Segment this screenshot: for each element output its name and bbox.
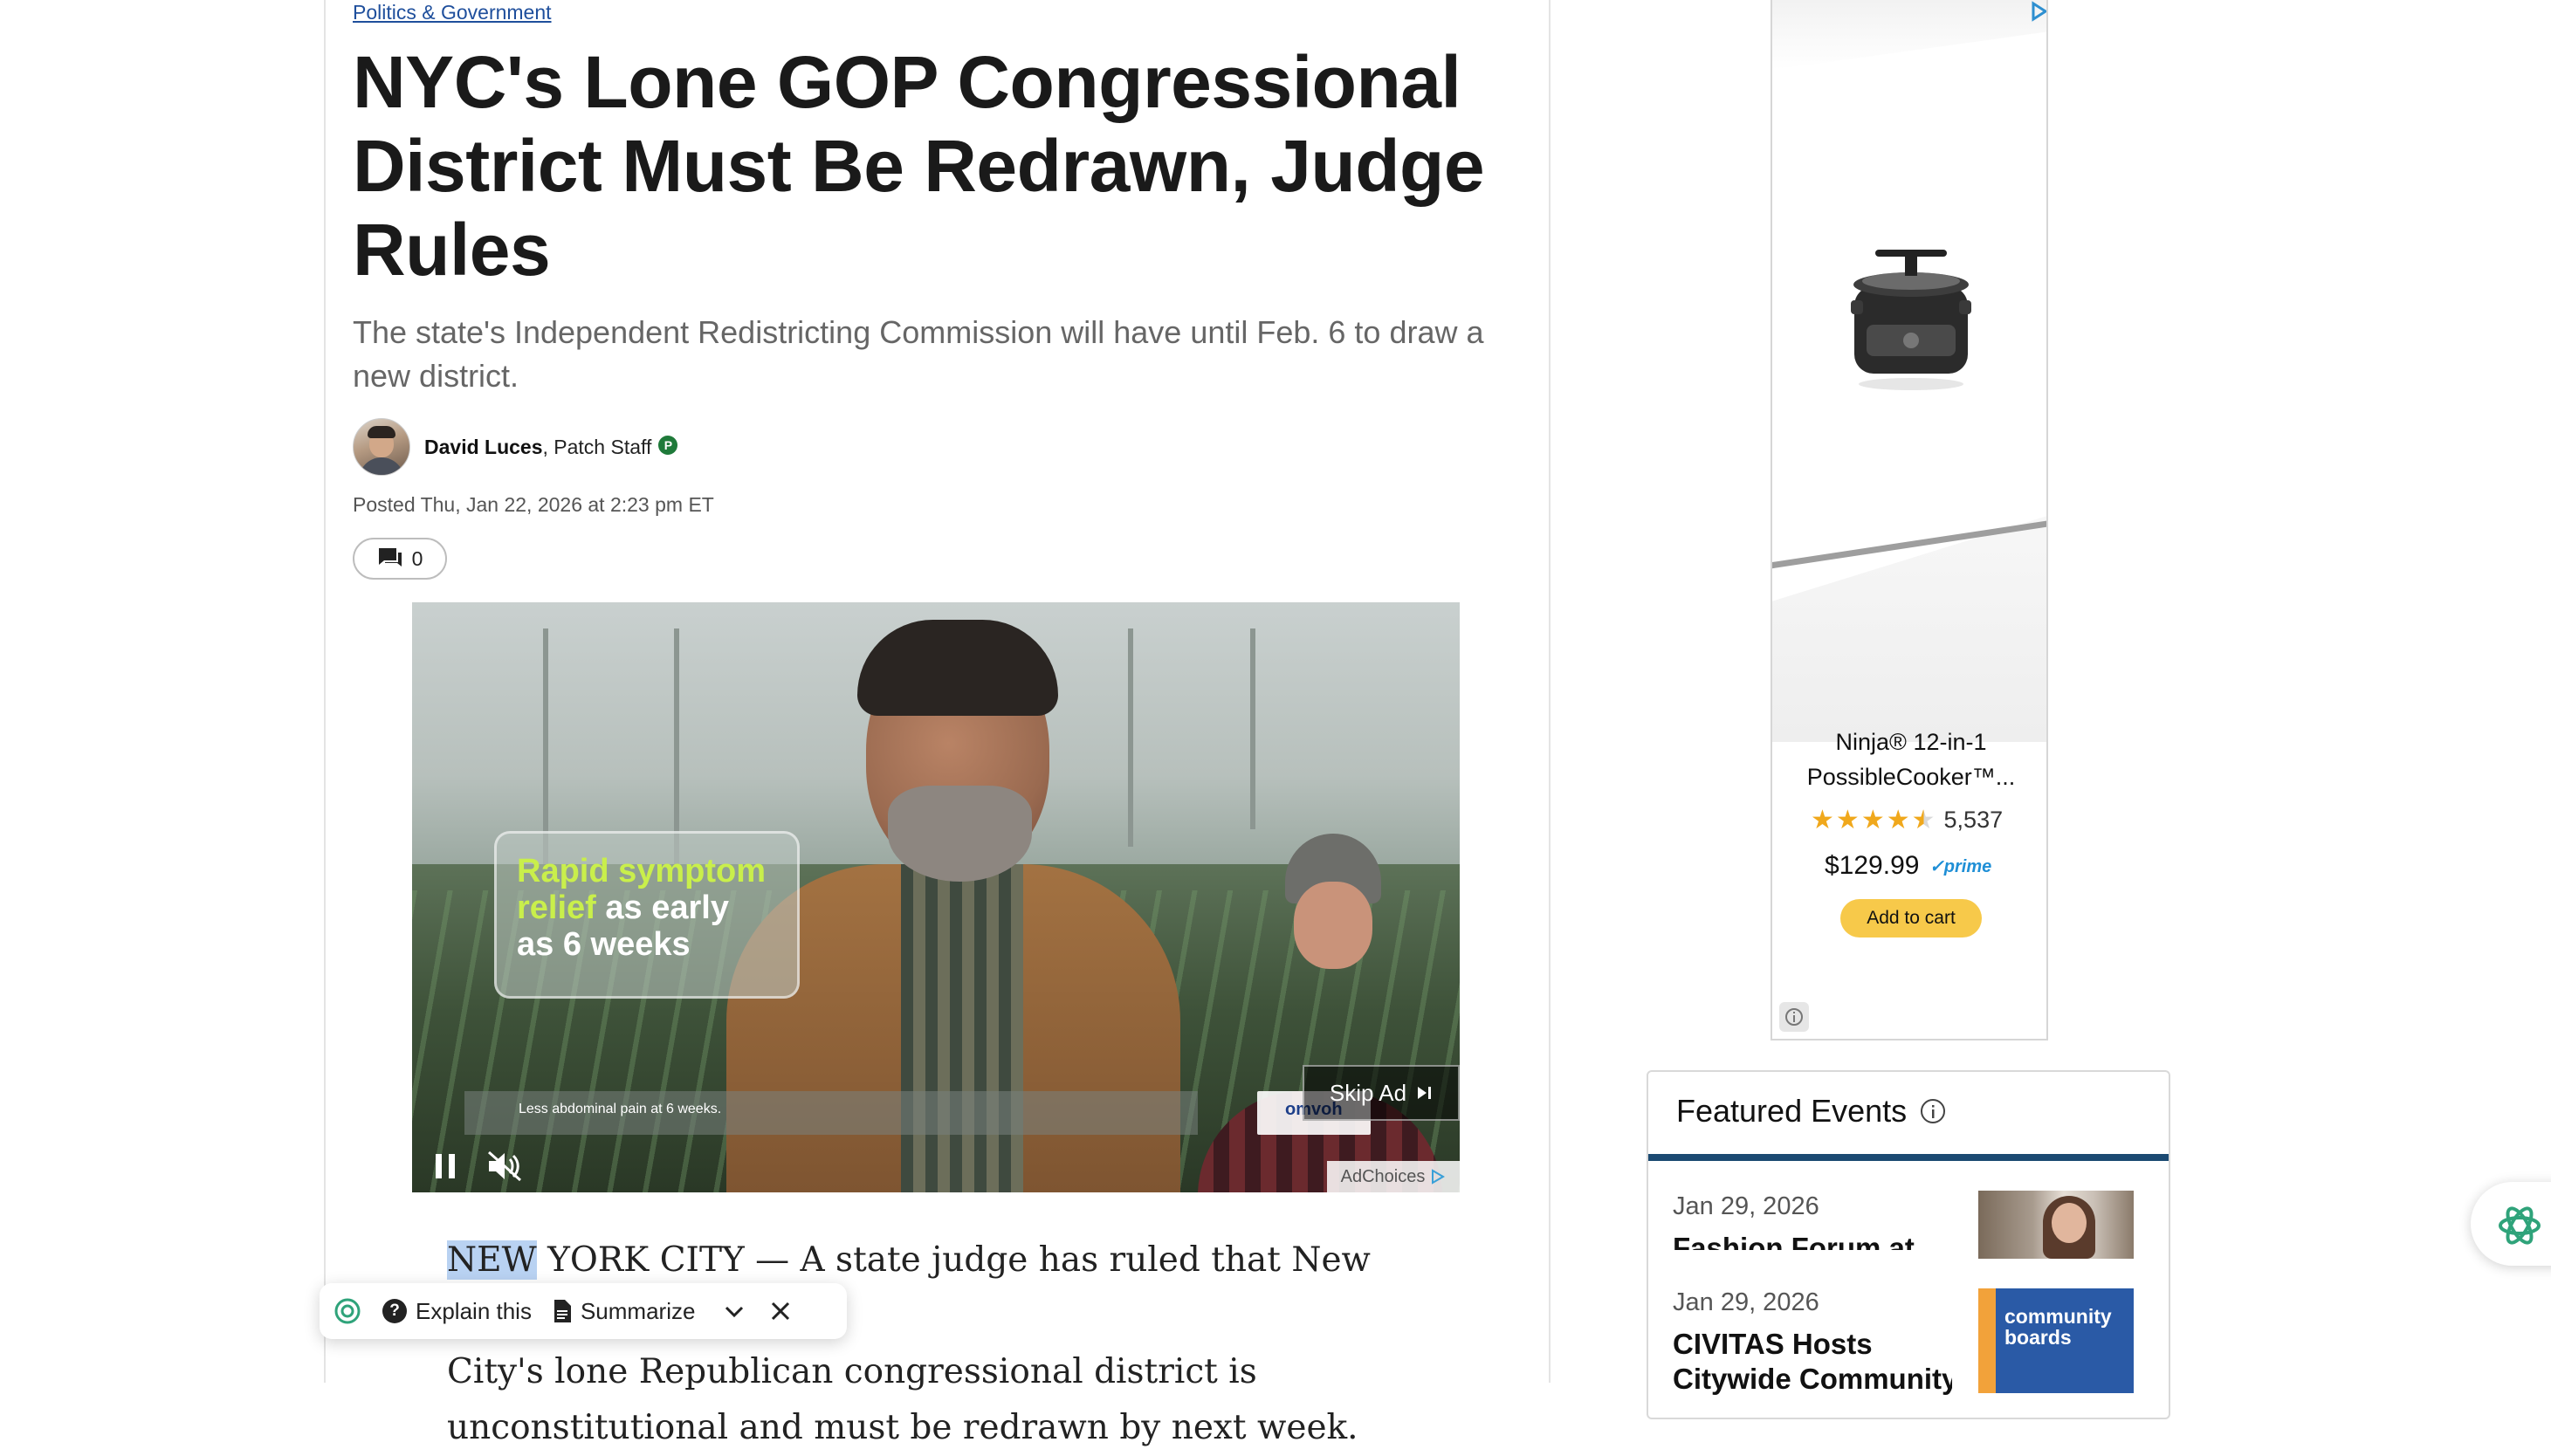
featured-events-heading: Featured Events [1676,1093,1947,1130]
skip-ad-button[interactable]: Skip Ad [1303,1065,1460,1121]
product-rating: ★ ★ ★ ★ ★ 5,537 [1811,807,2003,834]
event-thumbnail[interactable]: community boards [1978,1288,2134,1393]
adchoices-icon[interactable] [2027,0,2048,23]
video-ad-player[interactable]: Rapid symptom relief as early as 6 weeks… [412,602,1460,1192]
adchoices-badge[interactable]: AdChoices [1327,1161,1460,1192]
posted-timestamp: Posted Thu, Jan 22, 2026 at 2:23 pm ET [353,493,714,516]
skip-next-icon [1418,1087,1432,1099]
info-icon[interactable] [1919,1097,1947,1125]
selected-text: NEW [447,1240,537,1280]
prime-badge: ✓prime [1929,857,1992,876]
info-icon [1785,1008,1803,1026]
summarize-button[interactable]: Summarize [553,1298,695,1325]
author-role: , Patch Staff [542,435,652,458]
ad-claim-line-1: Rapid symptom [517,853,767,889]
star-icon: ★ [1886,805,1910,834]
openai-logo-icon [334,1298,361,1324]
product-price: $129.99 [1825,851,1920,880]
star-icon: ★ [1835,805,1860,834]
question-icon: ? [382,1299,407,1323]
author-avatar[interactable] [353,418,410,476]
explain-this-button[interactable]: ? Explain this [382,1298,532,1325]
ad-claim-line-2: relief as early [517,889,729,926]
featured-events-card: Featured Events Jan 29, 2026 Fashion For… [1647,1070,2170,1419]
category-link[interactable]: Politics & Government [353,0,552,24]
half-star-icon: ★ [1911,805,1936,834]
comment-icon [378,548,402,567]
sidebar-product-ad[interactable]: Ninja® 12-in-1 PossibleCooker™... ★ ★ ★ … [1771,0,2048,1040]
skip-ad-label: Skip Ad [1329,1079,1407,1106]
close-icon[interactable] [768,1299,793,1323]
slow-cooker-product-image[interactable] [1846,244,1977,393]
event-date: Jan 29, 2026 [1673,1192,1819,1220]
patch-staff-badge-icon: P [658,436,678,455]
pause-icon[interactable] [433,1152,459,1180]
adchoices-icon [1432,1169,1446,1185]
event-date: Jan 29, 2026 [1673,1288,1819,1316]
product-name[interactable]: Ninja® 12-in-1 PossibleCooker™... [1772,725,2046,794]
article-subhead: The state's Independent Redistricting Co… [353,314,1484,394]
explain-this-label: Explain this [416,1297,532,1324]
ai-selection-toolbar: ? Explain this Summarize [320,1283,847,1339]
event-title[interactable]: Fashion Forum at [1673,1231,1952,1250]
review-count: 5,537 [1943,807,2004,833]
ad-caption: Less abdominal pain at 6 weeks. [519,1102,722,1116]
article-headline: NYC's Lone GOP Congressional District Mu… [353,41,1485,291]
add-to-cart-button[interactable]: Add to cart [1840,899,1982,937]
star-icon: ★ [1811,805,1834,834]
event-title-line-2[interactable]: Citywide Community [1673,1362,1952,1397]
event-thumbnail[interactable] [1978,1191,2134,1259]
events-divider [1648,1154,2169,1161]
comment-count: 0 [411,546,423,570]
article-body: NEW YORK CITY — A state judge has ruled … [447,1240,1371,1447]
comments-button[interactable]: 0 [353,538,447,580]
summarize-label: Summarize [580,1297,696,1324]
byline: David Luces , Patch Staff P [353,417,678,477]
event-title[interactable]: CIVITAS Hosts [1673,1327,1952,1362]
document-icon [554,1300,571,1322]
chevron-down-icon[interactable] [721,1298,747,1324]
star-icon: ★ [1860,805,1885,834]
openai-logo-icon [2499,1206,2541,1245]
muted-speaker-icon[interactable] [485,1149,524,1184]
chatgpt-assistant-button[interactable] [2471,1182,2551,1266]
author-name[interactable]: David Luces [424,436,543,459]
ad-info-button[interactable] [1779,1002,1809,1032]
ad-claim-line-3: as 6 weeks [517,926,691,963]
